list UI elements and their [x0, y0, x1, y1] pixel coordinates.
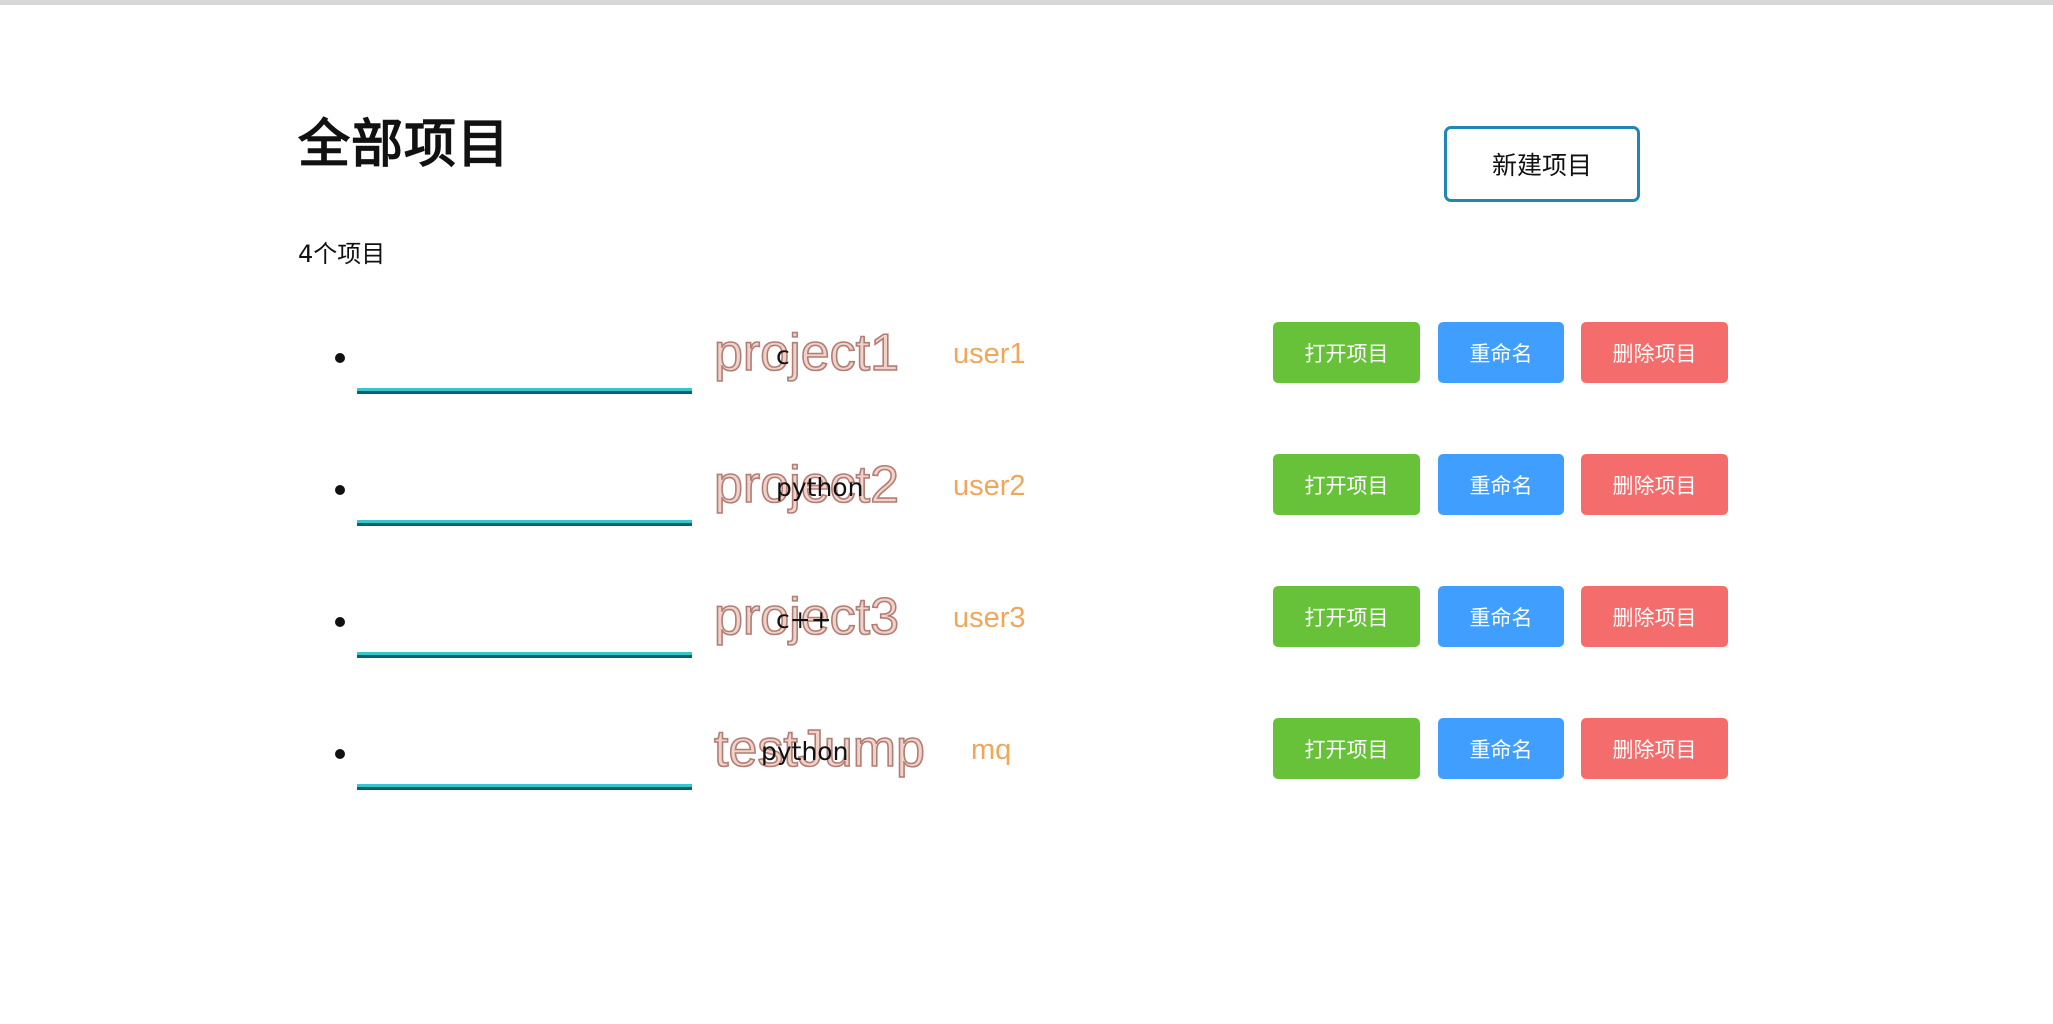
delete-project-button[interactable]: 删除项目: [1581, 322, 1728, 383]
rename-project-button[interactable]: 重命名: [1438, 718, 1564, 779]
list-bullet: [335, 353, 345, 363]
new-project-button[interactable]: 新建项目: [1444, 126, 1640, 202]
project-underline: [357, 784, 692, 790]
open-project-button[interactable]: 打开项目: [1273, 454, 1420, 515]
rename-project-button[interactable]: 重命名: [1438, 454, 1564, 515]
project-user: user1: [953, 338, 1026, 370]
project-user: user2: [953, 470, 1026, 502]
project-underline: [357, 652, 692, 658]
page-title: 全部项目: [298, 115, 511, 175]
open-project-button[interactable]: 打开项目: [1273, 586, 1420, 647]
project-language: c++: [776, 605, 832, 634]
project-language: python: [776, 473, 864, 502]
open-project-button[interactable]: 打开项目: [1273, 322, 1420, 383]
project-underline: [357, 388, 692, 394]
project-underline: [357, 520, 692, 526]
rename-project-button[interactable]: 重命名: [1438, 586, 1564, 647]
project-row: project1 user1 c 打开项目 重命名 删除项目: [0, 322, 2053, 402]
delete-project-button[interactable]: 删除项目: [1581, 718, 1728, 779]
open-project-button[interactable]: 打开项目: [1273, 718, 1420, 779]
project-name: project1: [713, 323, 900, 383]
list-bullet: [335, 749, 345, 759]
project-user: user3: [953, 602, 1026, 634]
project-row: project2 user2 python 打开项目 重命名 删除项目: [0, 454, 2053, 534]
project-language: python: [761, 737, 849, 766]
top-divider: [0, 0, 2053, 5]
delete-project-button[interactable]: 删除项目: [1581, 586, 1728, 647]
list-bullet: [335, 617, 345, 627]
rename-project-button[interactable]: 重命名: [1438, 322, 1564, 383]
project-row: project3 user3 c++ 打开项目 重命名 删除项目: [0, 586, 2053, 666]
list-bullet: [335, 485, 345, 495]
project-row: testJump mq python 打开项目 重命名 删除项目: [0, 718, 2053, 798]
delete-project-button[interactable]: 删除项目: [1581, 454, 1728, 515]
project-language: c: [776, 341, 790, 370]
project-count: 4个项目: [298, 240, 386, 268]
project-user: mq: [971, 734, 1012, 766]
